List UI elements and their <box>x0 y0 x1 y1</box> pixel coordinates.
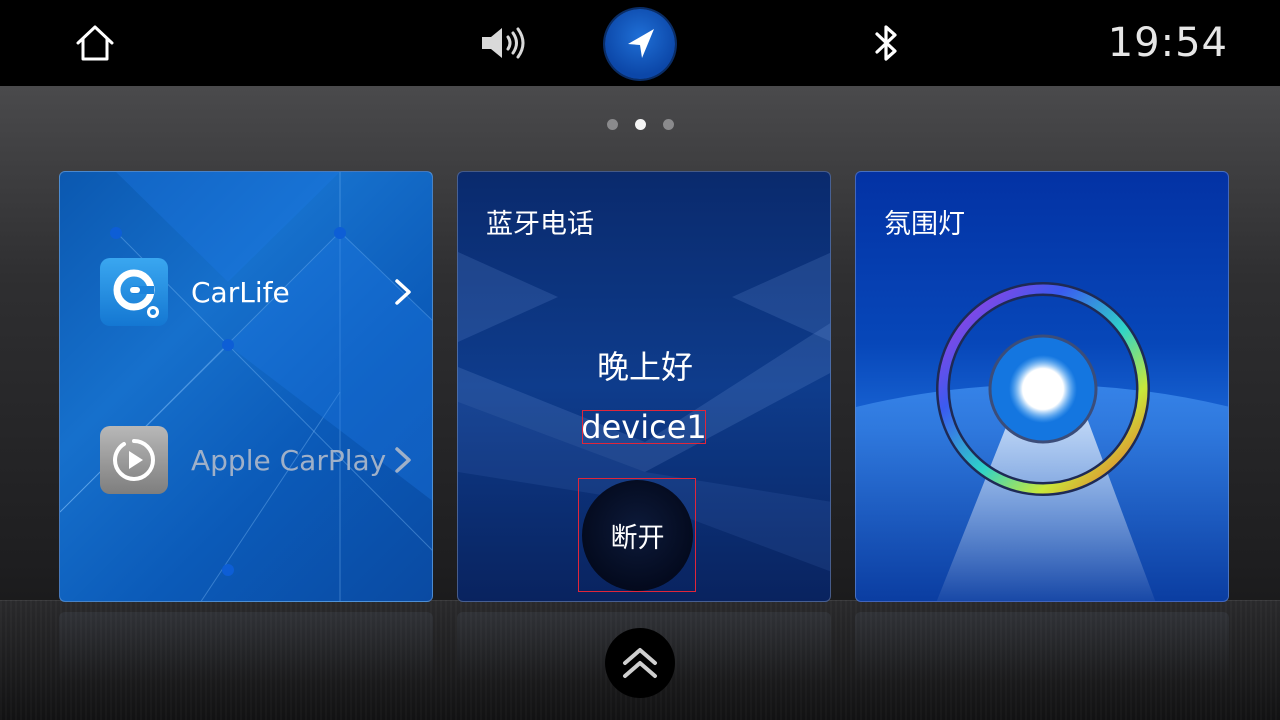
greeting-text: 晚上好 <box>596 348 693 386</box>
carplay-icon <box>100 426 168 494</box>
apple-carplay-item[interactable]: Apple CarPlay <box>100 426 415 494</box>
home-icon <box>76 25 114 61</box>
page-dot[interactable] <box>606 119 618 130</box>
app-connect-card: CarLife Apple CarPlay <box>59 171 433 602</box>
chevron-right-icon <box>395 447 411 473</box>
carlife-label: CarLife <box>191 275 290 309</box>
card-reflection <box>59 612 433 682</box>
card-reflection <box>855 612 1229 682</box>
expand-up-button[interactable] <box>605 628 675 698</box>
page-dot-active[interactable] <box>634 119 646 130</box>
volume-icon <box>482 27 525 59</box>
home-button[interactable] <box>70 18 120 68</box>
card-title: 氛围灯 <box>884 209 965 240</box>
bluetooth-phone-card[interactable]: 蓝牙电话 晚上好 device1 断开 <box>457 171 831 602</box>
disconnect-button-frame: 断开 <box>578 478 696 592</box>
status-bar: 19:54 <box>0 0 1280 86</box>
ambient-light-card[interactable]: 氛围灯 <box>855 171 1229 602</box>
disconnect-button[interactable]: 断开 <box>582 480 693 591</box>
device-name: device1 <box>581 408 707 446</box>
navigation-icon <box>628 29 654 58</box>
page-indicator <box>0 119 1280 130</box>
clock: 19:54 <box>1107 20 1228 66</box>
double-chevron-up-icon <box>623 648 657 678</box>
card-title: 蓝牙电话 <box>486 209 594 240</box>
chevron-right-icon <box>395 279 411 305</box>
page-dot[interactable] <box>662 119 674 130</box>
card-pattern <box>60 172 432 601</box>
volume-button[interactable] <box>474 22 530 64</box>
carlife-item[interactable]: CarLife <box>100 258 415 326</box>
carlife-icon <box>100 258 168 326</box>
bluetooth-button[interactable] <box>864 20 910 66</box>
navigation-button[interactable] <box>605 9 675 79</box>
bluetooth-icon <box>875 25 897 61</box>
apple-carplay-label: Apple CarPlay <box>191 443 387 477</box>
